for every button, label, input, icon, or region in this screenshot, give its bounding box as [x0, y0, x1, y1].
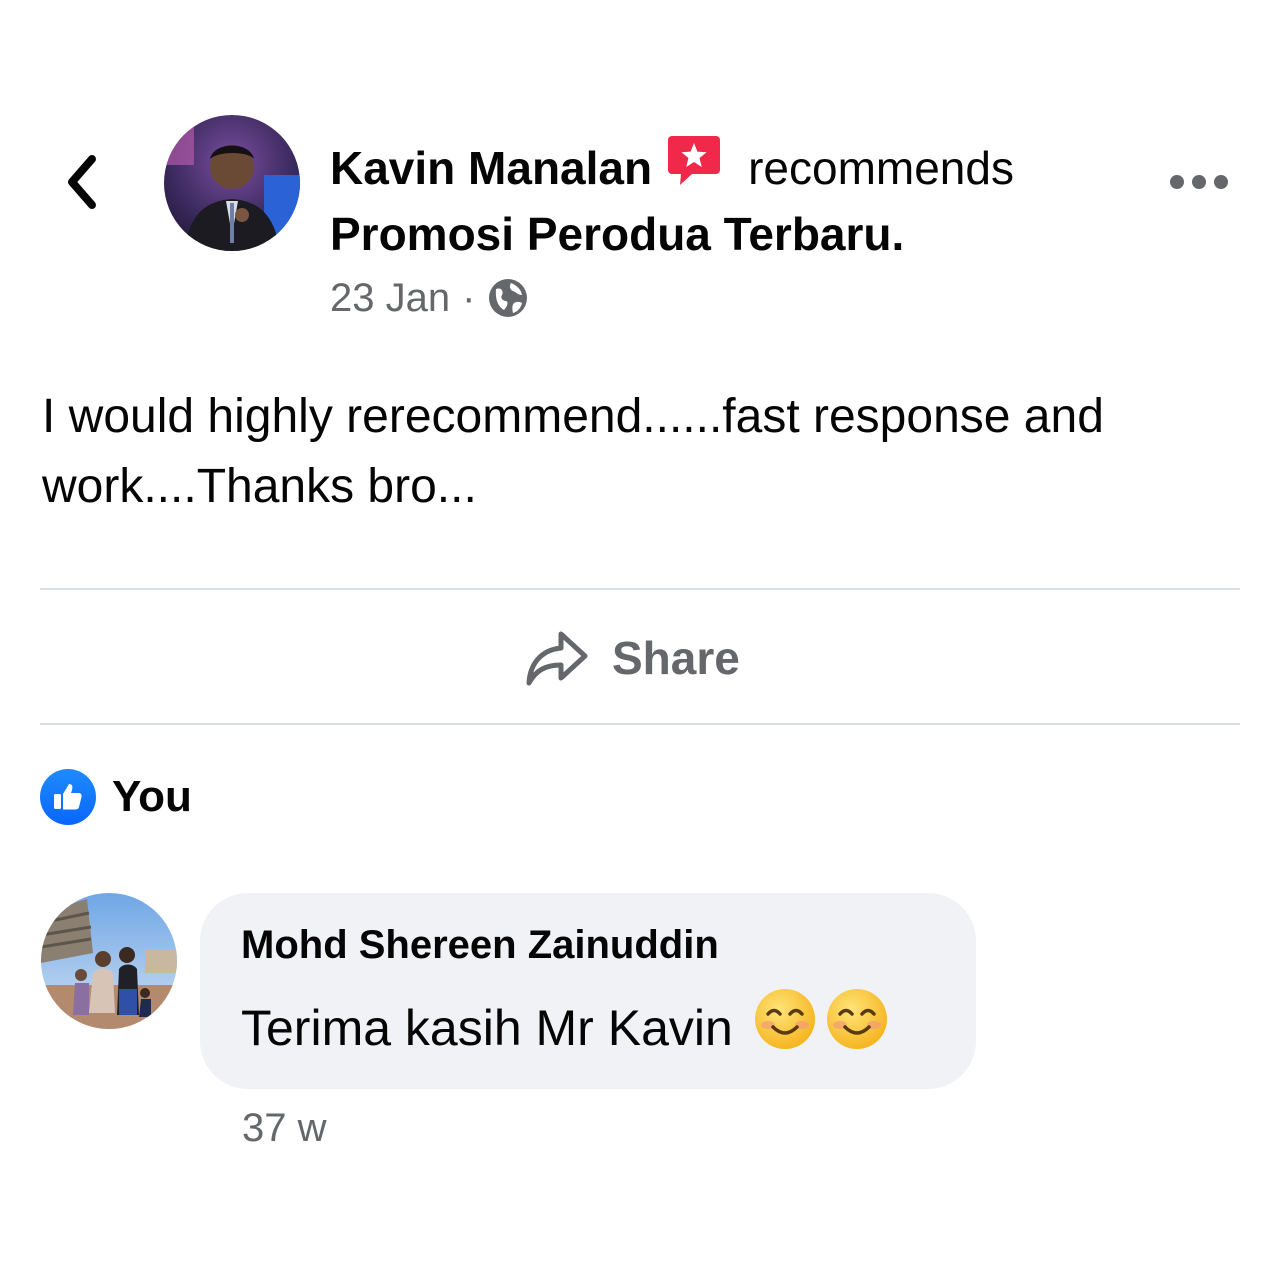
- recommends-text: recommends: [748, 141, 1014, 194]
- ellipsis-icon: [1170, 175, 1228, 189]
- reactor-name: You: [112, 772, 192, 821]
- recommended-page-link[interactable]: Promosi Perodua Terbaru: [330, 208, 892, 260]
- divider: [40, 723, 1240, 725]
- comment-timestamp[interactable]: 37 w: [242, 1106, 327, 1151]
- chevron-left-icon: [68, 155, 96, 209]
- comment-bubble[interactable]: Mohd Shereen Zainuddin Terima kasih Mr K…: [200, 893, 976, 1089]
- author-name-link[interactable]: Kavin Manalan: [330, 137, 652, 199]
- post-date[interactable]: 23 Jan: [330, 276, 450, 321]
- post-detail-page: Kavin Manalan recommends Promosi Perodua…: [0, 0, 1280, 1280]
- page-name-period: .: [891, 208, 905, 260]
- smiling-face-icon: [825, 987, 889, 1069]
- reactions-summary[interactable]: You: [40, 768, 192, 826]
- meta-separator: ·: [462, 275, 476, 320]
- comment-text: Terima kasih Mr Kavin: [241, 987, 936, 1069]
- recommendation-star-icon: [666, 132, 722, 203]
- commenter-avatar[interactable]: [41, 893, 177, 1029]
- smiling-face-icon: [753, 987, 817, 1069]
- post-header: Kavin Manalan recommends Promosi Perodua…: [330, 132, 1130, 265]
- more-options-button[interactable]: [1166, 164, 1232, 200]
- share-arrow-icon: [526, 631, 588, 686]
- commenter-name-link[interactable]: Mohd Shereen Zainuddin: [241, 919, 936, 971]
- post-body-text: I would highly rerecommend......fast res…: [42, 390, 1104, 513]
- divider: [40, 588, 1240, 590]
- back-button[interactable]: [52, 150, 112, 214]
- post-meta: 23 Jan ·: [330, 272, 529, 324]
- share-button[interactable]: Share: [524, 618, 740, 698]
- author-avatar[interactable]: [164, 115, 300, 251]
- like-thumb-icon: [40, 769, 96, 825]
- share-label: Share: [612, 632, 740, 684]
- globe-icon: [489, 279, 528, 317]
- comment-text-content: Terima kasih Mr Kavin: [241, 1000, 733, 1056]
